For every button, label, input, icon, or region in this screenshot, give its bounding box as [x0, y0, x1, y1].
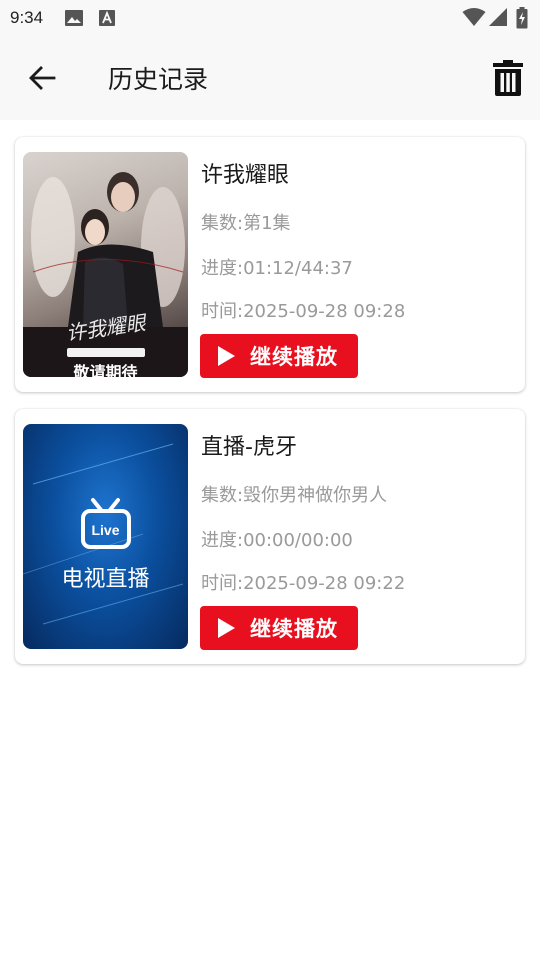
- watch-time: 时间:2025-09-28 09:22: [201, 573, 406, 594]
- play-icon: [218, 618, 235, 638]
- resume-button[interactable]: 继续播放: [200, 334, 358, 378]
- delete-all-button[interactable]: [486, 56, 530, 100]
- poster-caption: 电视直播: [61, 567, 150, 592]
- back-button[interactable]: [22, 58, 62, 98]
- resume-label: 继续播放: [250, 617, 338, 641]
- page-title: 历史记录: [108, 65, 209, 94]
- resume-label: 继续播放: [250, 345, 338, 369]
- watch-time: 时间:2025-09-28 09:28: [201, 301, 406, 322]
- progress-info: 进度:00:00/00:00: [201, 530, 353, 551]
- status-bar: 9:34: [0, 0, 540, 36]
- wifi-icon: [462, 7, 486, 31]
- battery-charging-icon: [516, 7, 528, 33]
- trash-icon: [493, 60, 523, 96]
- poster-caption: 敬请期待: [73, 363, 138, 377]
- poster-image[interactable]: Live 电视直播: [23, 424, 188, 649]
- arrow-left-icon: [29, 66, 56, 90]
- history-card[interactable]: 许我耀眼 敬请期待 许我耀眼 集数:第1集 进度:01:12/44:37 时间:…: [15, 137, 525, 392]
- episode-info: 集数:第1集: [201, 213, 291, 234]
- image-icon: [64, 9, 84, 31]
- item-title: 直播-虎牙: [201, 435, 297, 460]
- play-icon: [218, 346, 235, 366]
- app-bar: 历史记录: [0, 36, 540, 120]
- live-badge: Live: [91, 522, 120, 538]
- signal-icon: [488, 7, 508, 31]
- resume-button[interactable]: 继续播放: [200, 606, 358, 650]
- episode-info: 集数:毁你男神做你男人: [201, 485, 388, 506]
- item-title: 许我耀眼: [201, 163, 290, 188]
- font-download-icon: [98, 9, 116, 31]
- history-card[interactable]: Live 电视直播 直播-虎牙 集数:毁你男神做你男人 进度:00:00/00:…: [15, 409, 525, 664]
- poster-image[interactable]: 许我耀眼 敬请期待: [23, 152, 188, 377]
- status-time: 9:34: [10, 8, 44, 27]
- progress-info: 进度:01:12/44:37: [201, 258, 353, 279]
